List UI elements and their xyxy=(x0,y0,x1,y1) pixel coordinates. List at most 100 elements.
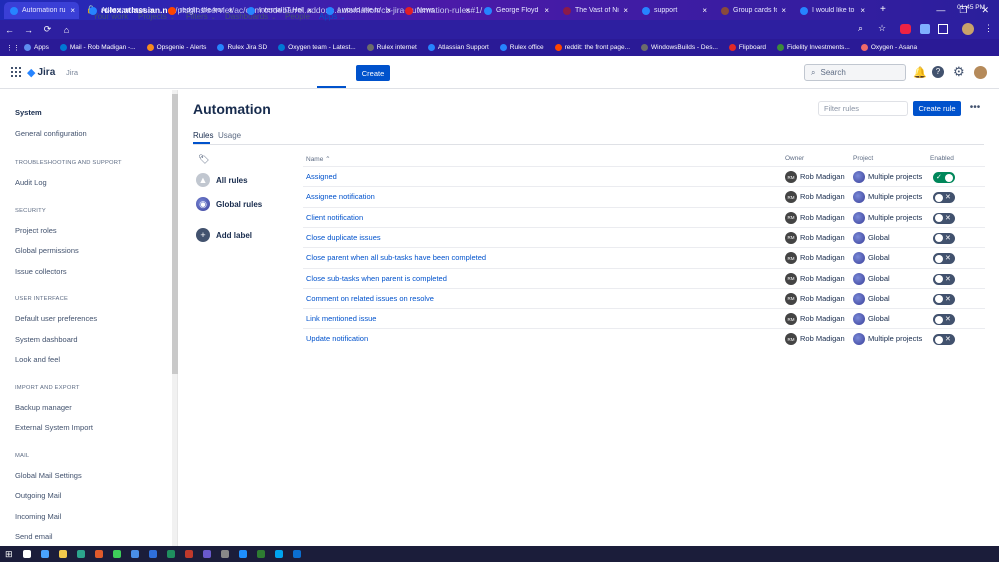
help-icon[interactable]: ? xyxy=(932,66,944,78)
tab-close-icon[interactable]: × xyxy=(149,6,154,15)
sidebar-item[interactable]: Project roles xyxy=(15,226,57,235)
more-actions-icon[interactable]: ••• xyxy=(966,101,984,116)
add-label-button[interactable]: + Add label xyxy=(196,228,252,242)
sidebar-item[interactable]: Outgoing Mail xyxy=(15,491,61,500)
tab-close-icon[interactable]: × xyxy=(70,6,75,15)
taskbar-app-icon[interactable] xyxy=(238,550,247,558)
tab-close-icon[interactable]: × xyxy=(623,6,628,15)
sidebar-item[interactable]: External System Import xyxy=(15,423,93,432)
taskbar-app-icon[interactable] xyxy=(184,550,193,558)
windows-start-icon[interactable]: ⊞ xyxy=(5,549,13,560)
browser-tab[interactable]: News × xyxy=(399,2,474,19)
bookmark-item[interactable]: Apps xyxy=(24,44,49,51)
back-icon[interactable]: ← xyxy=(0,25,19,35)
sidebar-item[interactable]: Send email xyxy=(15,532,53,541)
sidebar-scrollbar[interactable] xyxy=(172,90,178,546)
enabled-toggle[interactable]: ✕ xyxy=(933,253,955,265)
sidebar-item[interactable]: Global permissions xyxy=(15,246,79,255)
column-header-name[interactable]: Name ⌃ xyxy=(306,155,331,163)
bookmark-item[interactable]: Oxygen team - Latest... xyxy=(278,44,356,51)
rule-name-link[interactable]: Close sub-tasks when parent is completed xyxy=(306,274,447,283)
sidebar-item[interactable]: Default user preferences xyxy=(15,314,97,323)
extension-icon[interactable] xyxy=(938,24,948,34)
browser-tab[interactable]: Atlassian acco × xyxy=(83,2,158,19)
browser-tab[interactable]: I would like to × xyxy=(794,2,869,19)
label-all-rules[interactable]: ▲ All rules xyxy=(196,173,248,187)
browser-tab[interactable]: Group cards fo × xyxy=(715,2,790,19)
bookmark-item[interactable]: Atlassian Support xyxy=(427,44,489,51)
sidebar-item-system[interactable]: System xyxy=(15,108,42,117)
tab-rules[interactable]: Rules xyxy=(193,131,213,140)
sidebar-item[interactable]: Look and feel xyxy=(15,355,60,364)
sidebar-item[interactable]: System dashboard xyxy=(15,335,78,344)
bookmark-item[interactable]: reddit: the front page... xyxy=(554,44,630,51)
taskbar-app-icon[interactable] xyxy=(112,550,121,558)
rule-name-link[interactable]: Link mentioned issue xyxy=(306,314,376,323)
browser-tab[interactable]: reddit: the fron × xyxy=(162,2,237,19)
taskbar-app-icon[interactable] xyxy=(22,550,31,558)
tab-close-icon[interactable]: × xyxy=(307,6,312,15)
taskbar-app-icon[interactable] xyxy=(40,550,49,558)
filter-rules-input[interactable]: Filter rules xyxy=(818,101,908,116)
taskbar-app-icon[interactable] xyxy=(76,550,85,558)
bookmark-item[interactable]: Oxygen - Asana xyxy=(860,44,917,51)
enabled-toggle[interactable]: ✕ xyxy=(933,192,955,204)
extension-icon[interactable] xyxy=(920,24,930,34)
extension-icon[interactable] xyxy=(900,24,911,34)
tab-usage[interactable]: Usage xyxy=(218,131,241,140)
reload-icon[interactable]: ⟳ xyxy=(38,24,57,35)
rule-name-link[interactable]: Update notification xyxy=(306,334,368,343)
rule-name-link[interactable]: Close duplicate issues xyxy=(306,233,381,242)
bookmark-item[interactable]: Rulex internet xyxy=(366,44,417,51)
enabled-toggle[interactable]: ✓ xyxy=(933,172,955,183)
taskbar-app-icon[interactable] xyxy=(148,550,157,558)
profile-avatar[interactable] xyxy=(962,23,974,35)
bookmark-item[interactable]: Rulex Jira SD xyxy=(217,44,267,51)
search-input[interactable]: ⌕ Search xyxy=(804,64,906,81)
home-icon[interactable]: ⌂ xyxy=(57,25,76,35)
taskbar-app-icon[interactable] xyxy=(130,550,139,558)
taskbar-app-icon[interactable] xyxy=(202,550,211,558)
minimize-icon[interactable]: — xyxy=(936,5,945,15)
rule-name-link[interactable]: Client notification xyxy=(306,213,363,222)
bookmark-star-icon[interactable]: ☆ xyxy=(878,23,886,34)
sidebar-item[interactable]: Incoming Mail xyxy=(15,512,61,521)
taskbar-app-icon[interactable] xyxy=(94,550,103,558)
label-global-rules[interactable]: ◉ Global rules xyxy=(196,197,262,211)
tab-close-icon[interactable]: × xyxy=(465,6,470,15)
sidebar-item-general-configuration[interactable]: General configuration xyxy=(15,129,87,138)
sidebar-item[interactable]: Issue collectors xyxy=(15,267,67,276)
sidebar-item[interactable]: Audit Log xyxy=(15,178,47,187)
menu-icon[interactable]: ⋮ xyxy=(984,23,993,34)
bookmark-item[interactable]: WindowsBuilds - Des... xyxy=(641,44,718,51)
create-button[interactable]: Create xyxy=(356,65,390,81)
jira-logo[interactable]: ◆ Jira xyxy=(27,66,55,79)
apps-grid-icon[interactable]: ⋮⋮ xyxy=(6,44,20,52)
bookmark-item[interactable]: Mail - Rob Madigan -... xyxy=(59,44,136,51)
settings-gear-icon[interactable]: ⚙ xyxy=(953,64,965,80)
new-tab-icon[interactable]: + xyxy=(880,4,886,15)
enabled-toggle[interactable]: ✕ xyxy=(933,232,955,244)
browser-tab[interactable]: Internal IT Hel × xyxy=(241,2,316,19)
taskbar-app-icon[interactable] xyxy=(292,550,301,558)
rule-name-link[interactable]: Comment on related issues on resolve xyxy=(306,294,434,303)
tab-close-icon[interactable]: × xyxy=(702,6,707,15)
taskbar-app-icon[interactable] xyxy=(274,550,283,558)
taskbar-app-icon[interactable] xyxy=(256,550,265,558)
create-rule-button[interactable]: Create rule xyxy=(913,101,961,116)
tab-close-icon[interactable]: × xyxy=(781,6,786,15)
tab-close-icon[interactable]: × xyxy=(544,6,549,15)
enabled-toggle[interactable]: ✕ xyxy=(933,293,955,305)
browser-tab[interactable]: I would like to × xyxy=(320,2,395,19)
forward-icon[interactable]: → xyxy=(19,25,38,35)
enabled-toggle[interactable]: ✕ xyxy=(933,273,955,285)
enabled-toggle[interactable]: ✕ xyxy=(933,212,955,224)
tab-close-icon[interactable]: × xyxy=(386,6,391,15)
enabled-toggle[interactable]: ✕ xyxy=(933,334,955,346)
bookmark-item[interactable]: Rulex office xyxy=(499,44,544,51)
bookmark-item[interactable]: Fidelity Investments... xyxy=(776,44,850,51)
sidebar-item[interactable]: Backup manager xyxy=(15,403,72,412)
column-header-enabled[interactable]: Enabled xyxy=(930,155,954,162)
rule-name-link[interactable]: Close parent when all sub-tasks have bee… xyxy=(306,253,486,262)
rule-name-link[interactable]: Assigned xyxy=(306,172,337,181)
